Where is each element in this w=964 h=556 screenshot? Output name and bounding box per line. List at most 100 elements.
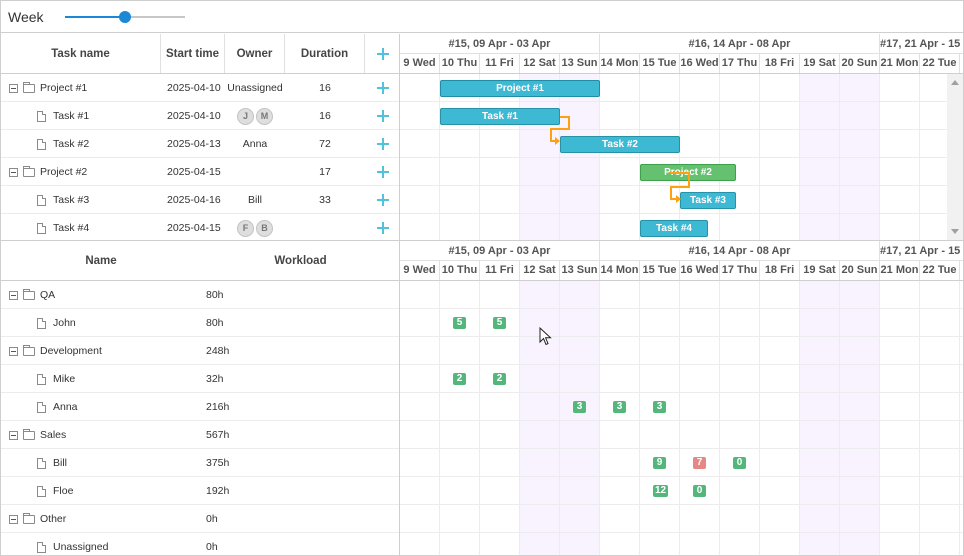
col-workload[interactable]: Workload bbox=[201, 241, 399, 280]
collapse-toggle-icon[interactable] bbox=[9, 346, 18, 356]
day-header-cell: 16 Wed bbox=[680, 261, 720, 280]
workload-badge[interactable]: 12 bbox=[653, 485, 669, 497]
workload-badge[interactable]: 9 bbox=[653, 457, 666, 469]
day-header-cell: 9 Wed bbox=[400, 54, 440, 73]
col-start-time[interactable]: Start time bbox=[161, 34, 225, 73]
workload-badge[interactable]: 0 bbox=[733, 457, 746, 469]
resource-name-cell: Anna bbox=[37, 393, 78, 421]
task-bar[interactable]: Task #2 bbox=[560, 136, 680, 153]
resource-row[interactable]: Unassigned 0h bbox=[1, 533, 399, 555]
collapse-toggle-icon[interactable] bbox=[9, 290, 18, 300]
collapse-toggle-icon[interactable] bbox=[9, 514, 18, 524]
task-name: Task #2 bbox=[53, 138, 90, 150]
zoom-slider[interactable] bbox=[65, 11, 185, 23]
task-name-cell: Task #4 bbox=[37, 214, 89, 240]
collapse-toggle-icon[interactable] bbox=[9, 83, 18, 93]
task-name: Project #1 bbox=[40, 82, 88, 94]
resource-row[interactable]: Other 0h bbox=[1, 505, 399, 533]
week-scale: #15, 09 Apr - 03 Apr #16, 14 Apr - 08 Apr… bbox=[400, 241, 963, 261]
timeline-row bbox=[400, 365, 963, 393]
resource-row[interactable]: Floe 192h bbox=[1, 477, 399, 505]
workload-badge[interactable]: 3 bbox=[653, 401, 666, 413]
workload-badge[interactable]: 3 bbox=[573, 401, 586, 413]
add-subtask-plus-icon[interactable] bbox=[377, 222, 389, 234]
resource-row[interactable]: John 80h bbox=[1, 309, 399, 337]
collapse-toggle-icon[interactable] bbox=[9, 167, 18, 177]
task-start-time: 2025-04-16 bbox=[167, 194, 221, 206]
week-header-cell: #16, 14 Apr - 08 Apr bbox=[600, 241, 880, 261]
gantt-grid: Task name Start time Owner Duration Proj… bbox=[1, 34, 400, 240]
task-owner: Anna bbox=[242, 138, 268, 150]
folder-open-icon bbox=[23, 81, 35, 93]
add-subtask-plus-icon[interactable] bbox=[377, 194, 389, 206]
col-duration[interactable]: Duration bbox=[285, 34, 365, 73]
workload-badge[interactable]: 5 bbox=[493, 317, 506, 329]
workload-badge[interactable]: 5 bbox=[453, 317, 466, 329]
resource-row[interactable]: Sales 567h bbox=[1, 421, 399, 449]
workload-badge[interactable]: 0 bbox=[693, 485, 706, 497]
resource-row[interactable]: QA 80h bbox=[1, 281, 399, 309]
resource-name-cell: Mike bbox=[37, 365, 75, 393]
col-task-name[interactable]: Task name bbox=[1, 34, 161, 73]
dependency-link[interactable] bbox=[670, 172, 690, 174]
task-row[interactable]: Task #4 2025-04-15 F B bbox=[1, 214, 399, 240]
workload-badge[interactable]: 3 bbox=[613, 401, 626, 413]
zoom-slider-thumb[interactable] bbox=[119, 11, 131, 23]
resource-name-cell: Other bbox=[9, 505, 66, 533]
workload-badge[interactable]: 2 bbox=[493, 373, 506, 385]
add-task-header[interactable] bbox=[365, 34, 399, 73]
task-name: Task #3 bbox=[53, 194, 90, 206]
task-bar[interactable]: Task #1 bbox=[440, 108, 560, 125]
workload-badge[interactable]: 7 bbox=[693, 457, 706, 469]
task-row[interactable]: Project #1 2025-04-10 Unassigned 16 bbox=[1, 74, 399, 102]
resource-row[interactable]: Development 248h bbox=[1, 337, 399, 365]
day-header-cell: 12 Sat bbox=[520, 54, 560, 73]
task-bar[interactable]: Task #4 bbox=[640, 220, 708, 237]
task-row[interactable]: Task #3 2025-04-16 Bill 33 bbox=[1, 186, 399, 214]
task-bar[interactable]: Project #1 bbox=[440, 80, 600, 97]
add-subtask-plus-icon[interactable] bbox=[377, 166, 389, 178]
col-owner[interactable]: Owner bbox=[225, 34, 285, 73]
task-row[interactable]: Task #1 2025-04-10 J M 16 bbox=[1, 102, 399, 130]
add-subtask-plus-icon[interactable] bbox=[377, 138, 389, 150]
task-name-cell: Task #2 bbox=[37, 130, 89, 158]
timeline-row bbox=[400, 533, 963, 555]
day-header-cell: 18 Fri bbox=[760, 261, 800, 280]
task-bar[interactable]: Task #3 bbox=[680, 192, 736, 209]
day-header-cell: 13 Sun bbox=[560, 261, 600, 280]
task-duration: 16 bbox=[319, 110, 331, 122]
resource-name: John bbox=[53, 317, 76, 329]
scroll-down-icon[interactable] bbox=[951, 229, 959, 234]
gantt-chart-area: Project #1Task #1Task #2Project #2Task #… bbox=[400, 74, 963, 240]
task-bar-label: Task #2 bbox=[602, 139, 638, 150]
task-duration: 17 bbox=[319, 166, 331, 178]
resource-row[interactable]: Anna 216h bbox=[1, 393, 399, 421]
resource-name-cell: Bill bbox=[37, 449, 67, 477]
plus-icon bbox=[376, 47, 389, 60]
scroll-up-icon[interactable] bbox=[951, 80, 959, 85]
gantt-vertical-scrollbar[interactable] bbox=[947, 74, 963, 240]
task-owner: Bill bbox=[247, 194, 262, 206]
add-subtask-plus-icon[interactable] bbox=[377, 110, 389, 122]
collapse-toggle-icon[interactable] bbox=[9, 430, 18, 440]
resource-workload: 192h bbox=[206, 485, 230, 497]
task-duration bbox=[285, 214, 365, 240]
resource-row[interactable]: Mike 32h bbox=[1, 365, 399, 393]
col-resource-name[interactable]: Name bbox=[1, 241, 201, 280]
folder-open-icon bbox=[23, 288, 35, 300]
resource-row[interactable]: Bill 375h bbox=[1, 449, 399, 477]
task-row[interactable]: Project #2 2025-04-15 17 bbox=[1, 158, 399, 186]
task-name-cell: Project #2 bbox=[9, 158, 87, 186]
day-header-cell: 21 Mon bbox=[880, 54, 920, 73]
week-header-cell: #16, 14 Apr - 08 Apr bbox=[600, 34, 880, 54]
day-scale: 9 Wed 10 Thu 11 Fri 12 Sat 13 Sun 14 Mon 15 Tu… bbox=[400, 261, 963, 280]
zoom-label: Week bbox=[8, 9, 44, 25]
dependency-link[interactable] bbox=[670, 186, 690, 188]
add-subtask-plus-icon[interactable] bbox=[377, 82, 389, 94]
day-header-cell: 14 Mon bbox=[600, 54, 640, 73]
day-header-cell: 22 Tue bbox=[920, 261, 960, 280]
dependency-link[interactable] bbox=[550, 128, 570, 130]
workload-badge[interactable]: 2 bbox=[453, 373, 466, 385]
day-header-cell: 11 Fri bbox=[480, 54, 520, 73]
task-row[interactable]: Task #2 2025-04-13 Anna 72 bbox=[1, 130, 399, 158]
